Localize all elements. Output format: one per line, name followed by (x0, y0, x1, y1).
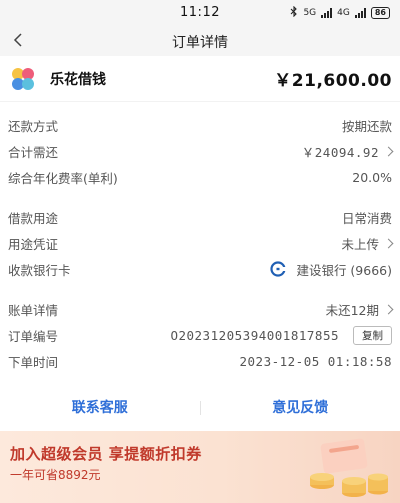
row-order-no: 订单编号 O20231205394001817855 复制 (0, 322, 400, 348)
row-repay-method: 还款方式 按期还款 (0, 112, 400, 138)
merchant-header: 乐花借钱 ￥21,600.00 (0, 56, 400, 102)
status-icons: 5G 4G 86 (290, 5, 390, 20)
order-number: O20231205394001817855 (170, 327, 339, 343)
banner-title: 加入超级会员 享提额折扣券 (10, 445, 202, 463)
row-value: ￥24094.92 (301, 144, 379, 160)
row-label: 综合年化费率(单利) (8, 170, 118, 186)
row-label: 账单详情 (8, 302, 59, 318)
copy-button[interactable]: 复制 (353, 325, 392, 345)
row-value: 按期还款 (341, 118, 392, 134)
chevron-right-icon (383, 146, 394, 156)
row-value: 2023-12-05 01:18:58 (239, 353, 392, 369)
row-bill[interactable]: 账单详情 未还12期 (0, 296, 400, 322)
row-label: 收款银行卡 (8, 262, 71, 278)
row-label: 下单时间 (8, 354, 59, 370)
status-bar: 11:12 5G 4G 86 (0, 0, 400, 26)
lehua-logo-icon (12, 67, 34, 90)
row-value: 建设银行 (9666) (296, 262, 392, 278)
signal-icon-2 (354, 8, 366, 18)
row-label: 合计需还 (8, 144, 59, 160)
row-value: 20.0% (352, 169, 392, 185)
chevron-right-icon (383, 238, 394, 248)
row-bank-card: 收款银行卡 建设银行 (9666) (0, 256, 400, 282)
row-value: 未还12期 (325, 302, 379, 318)
signal-icon (321, 8, 333, 18)
row-value: 日常消费 (341, 210, 392, 226)
merchant-name: 乐花借钱 (50, 71, 106, 88)
chevron-right-icon (383, 304, 394, 314)
action-bar: 联系客服 意见反馈 (0, 393, 400, 423)
row-label: 用途凭证 (8, 236, 59, 252)
ccb-bank-icon (270, 261, 287, 277)
page-title: 订单详情 (172, 35, 228, 51)
row-label: 借款用途 (8, 210, 59, 226)
nav-bar: 订单详情 (0, 26, 400, 56)
loan-amount: ￥21,600.00 (274, 71, 392, 91)
row-order-time: 下单时间 2023-12-05 01:18:58 (0, 348, 400, 374)
row-label: 还款方式 (8, 118, 59, 134)
feedback-button[interactable]: 意见反馈 (201, 393, 400, 423)
network-type-label-2: 4G (337, 8, 350, 18)
battery-icon: 86 (370, 7, 390, 19)
contact-service-button[interactable]: 联系客服 (0, 393, 200, 423)
row-voucher[interactable]: 用途凭证 未上传 (0, 230, 400, 256)
row-total-due[interactable]: 合计需还 ￥24094.92 (0, 138, 400, 164)
bluetooth-icon (290, 5, 298, 20)
row-purpose: 借款用途 日常消费 (0, 204, 400, 230)
row-label: 订单编号 (8, 328, 59, 344)
banner-subtitle: 一年可省8892元 (10, 468, 101, 482)
vip-promo-banner[interactable]: 加入超级会员 享提额折扣券 一年可省8892元 (0, 431, 400, 503)
row-annual-rate: 综合年化费率(单利) 20.0% (0, 164, 400, 190)
network-type-label: 5G (303, 8, 317, 18)
row-value: 未上传 (341, 236, 379, 252)
coupon-coins-illustration-icon (310, 438, 388, 497)
